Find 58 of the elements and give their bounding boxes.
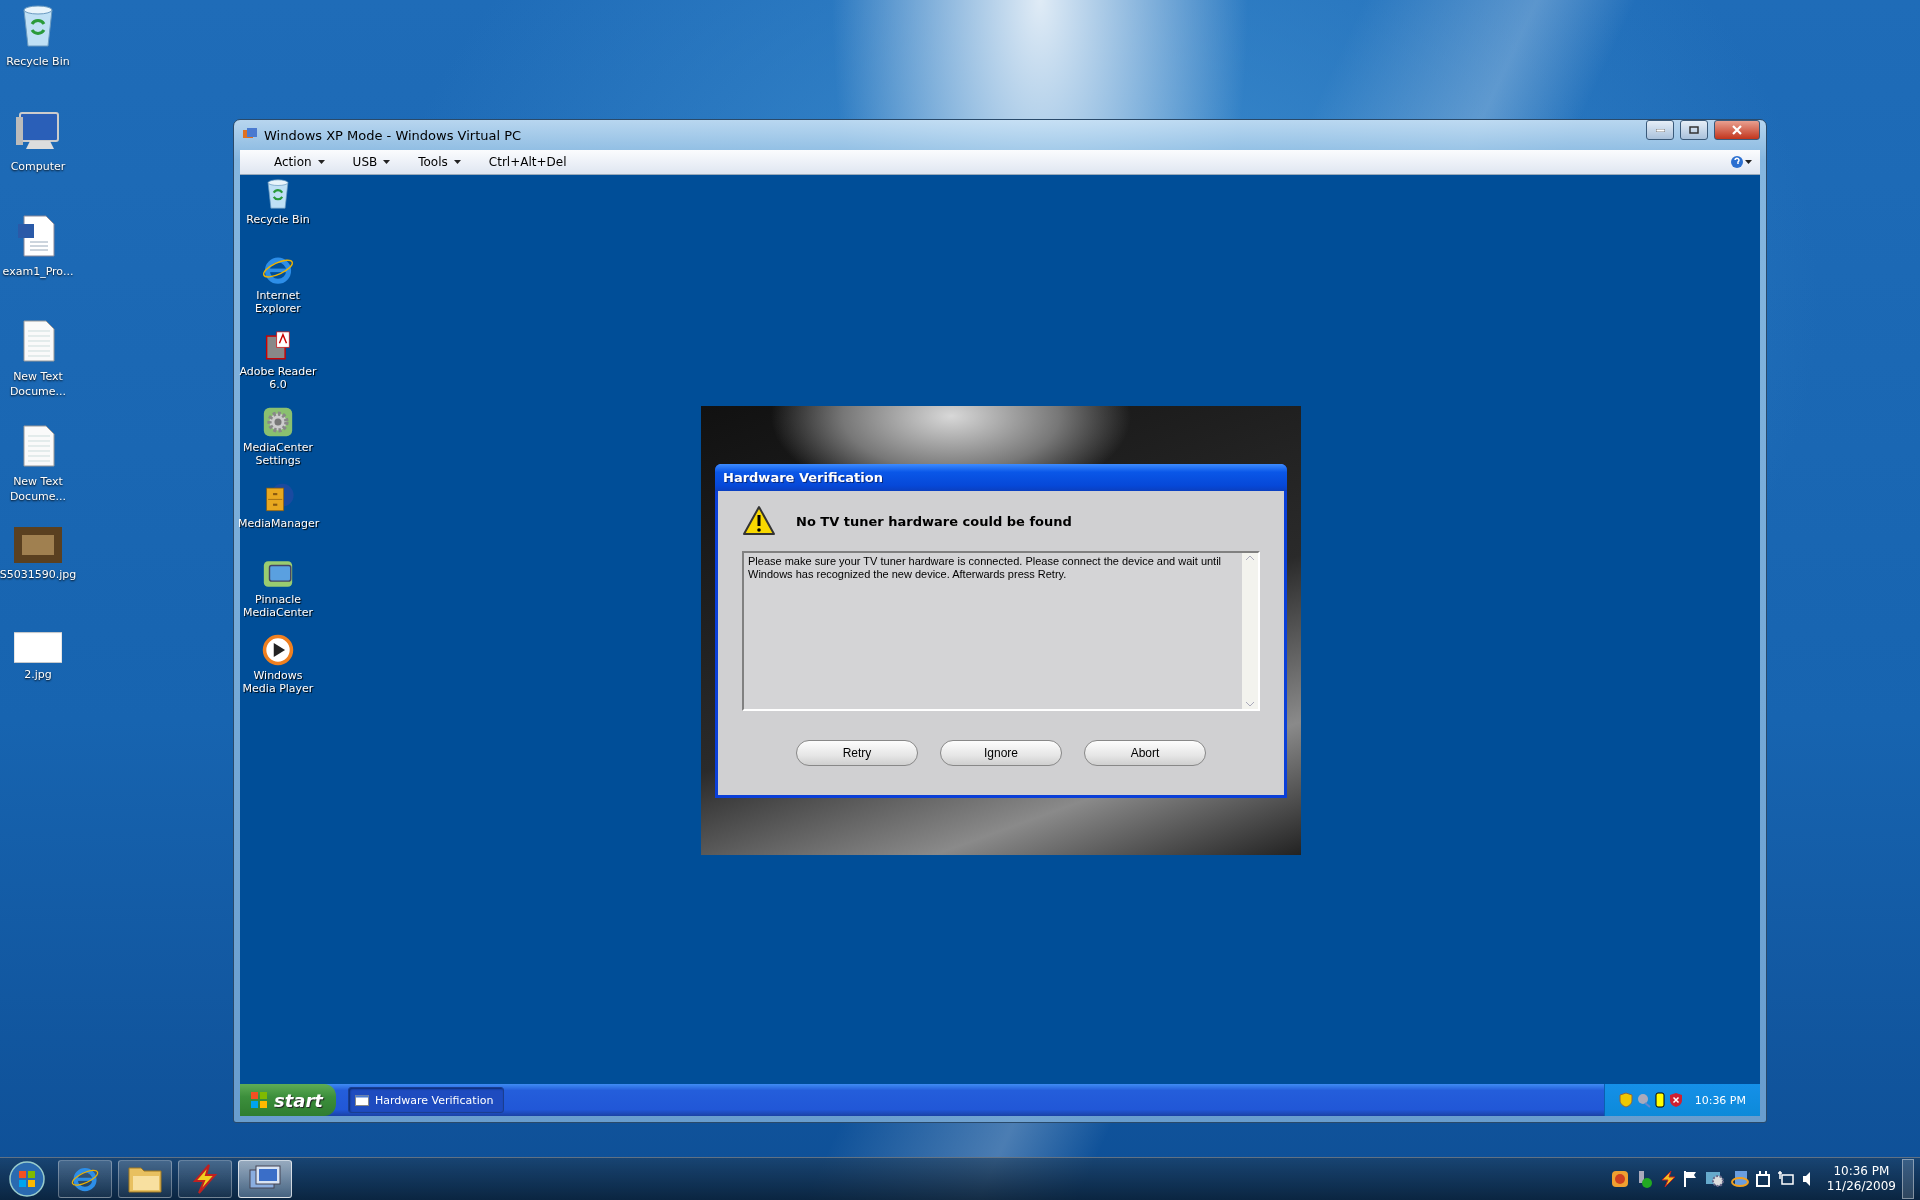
desktop-icon-label[interactable]: Internet Explorer [238, 289, 318, 315]
start-button[interactable]: start [240, 1084, 336, 1116]
taskbar-button[interactable] [238, 1160, 292, 1198]
menu-item[interactable]: Tools [404, 155, 475, 169]
gear-icon [261, 405, 295, 439]
desktop-icon-label[interactable]: Computer [0, 159, 81, 174]
photo-placeholder [14, 527, 62, 563]
gear-icon[interactable] [1704, 1170, 1725, 1188]
dialog-heading: No TV tuner hardware could be found [796, 513, 1072, 529]
shield-icon[interactable] [1668, 1092, 1683, 1108]
desktop-icon-label[interactable]: 2.jpg [0, 667, 81, 683]
shield-icon[interactable] [1618, 1092, 1633, 1108]
menu-item[interactable]: Action [260, 155, 339, 169]
clock: 10:36 PM [1694, 1093, 1746, 1107]
network-icon[interactable] [1730, 1170, 1749, 1188]
desktop-icon-label[interactable]: MediaCenter Settings [238, 441, 318, 467]
menu-item[interactable]: USB [338, 155, 405, 169]
device-icon[interactable] [1654, 1092, 1665, 1108]
windows-logo-icon [250, 1091, 268, 1109]
taskbar-button[interactable] [118, 1160, 172, 1198]
desktop-icon-label[interactable]: MediaManager [238, 517, 318, 530]
desktop-icon-label[interactable]: S5031590.jpg [0, 567, 81, 582]
show-desktop-button[interactable] [1902, 1159, 1914, 1199]
desktop-icon-label[interactable]: New Text Docume... [0, 369, 81, 399]
close-icon [1732, 125, 1742, 135]
dialog-button[interactable]: Retry [796, 740, 918, 766]
power-plug-icon[interactable] [1754, 1170, 1771, 1188]
taskbar-button[interactable]: Hardware Verification [348, 1087, 504, 1113]
dialog-button[interactable]: Abort [1084, 740, 1206, 766]
taskbar-button[interactable] [58, 1160, 112, 1198]
network-icon[interactable] [1776, 1170, 1795, 1188]
help-icon[interactable] [1730, 155, 1754, 169]
desktop-icon-label[interactable]: Recycle Bin [0, 54, 81, 69]
desktop-icon-label[interactable]: New Text Docume... [0, 474, 81, 504]
maximize-button[interactable] [1680, 120, 1708, 140]
window-title: Windows XP Mode - Windows Virtual PC [264, 127, 523, 143]
message-text: Please make sure your TV tuner hardware is connected. Please connect the device and wait until Windows has recognized the new device. Afterwards press Retry. [747, 554, 1223, 582]
flag-icon[interactable] [1682, 1170, 1699, 1188]
desktop-icon-label[interactable]: Pinnacle MediaCenter [238, 593, 318, 619]
dialog-button[interactable]: Ignore [940, 740, 1062, 766]
desktop-icon-label[interactable]: exam1_Pro... [0, 264, 81, 279]
app-icon[interactable] [1610, 1170, 1629, 1188]
photo-placeholder [14, 632, 62, 664]
minimize-button[interactable] [1646, 120, 1674, 140]
clock[interactable]: 10:36 PM 11/26/2009 [1826, 1164, 1896, 1194]
folder-icon [127, 1164, 163, 1194]
maximize-icon [1689, 126, 1699, 134]
warning-icon [742, 505, 776, 537]
minimize-icon [1655, 128, 1665, 132]
dialog-title: Hardware Verification [723, 470, 883, 485]
window-icon [355, 1094, 369, 1106]
desktop-icon-label[interactable]: Recycle Bin [238, 213, 318, 226]
play-icon [261, 633, 295, 667]
desktop-icon-label[interactable]: Adobe Reader 6.0 [238, 365, 318, 391]
close-button[interactable] [1714, 120, 1760, 140]
menu-item[interactable]: Ctrl+Alt+Del [474, 155, 581, 169]
desktop-icon-label[interactable]: Windows Media Player [238, 669, 318, 695]
taskbar-button[interactable] [178, 1160, 232, 1198]
